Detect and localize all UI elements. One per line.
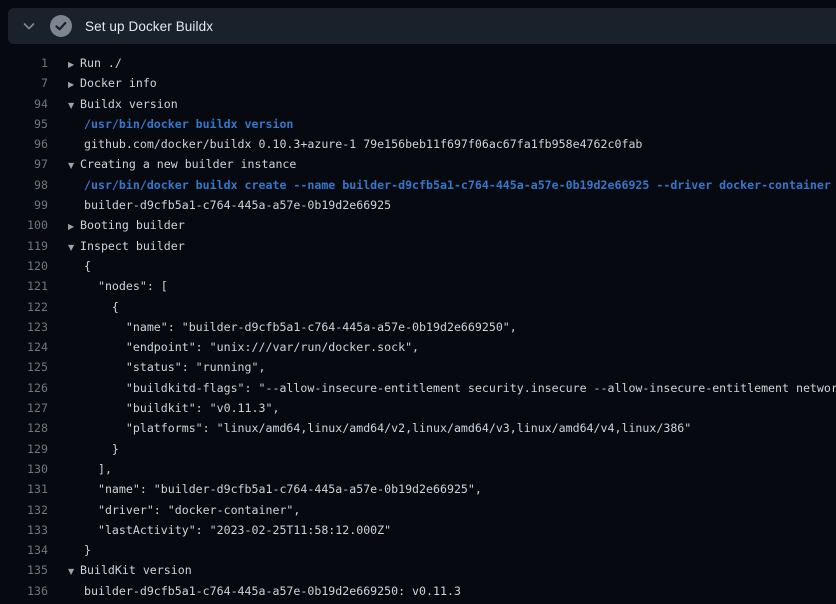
line-number-link[interactable]: 97 [0, 154, 48, 174]
line-number-link[interactable]: 136 [0, 581, 48, 601]
output-text: ], [84, 459, 112, 479]
log-row: 131 "name": "builder-d9cfb5a1-c764-445a-… [0, 479, 836, 499]
output-text: "endpoint": "unix:///var/run/docker.sock… [84, 337, 419, 357]
log-row: 127 "buildkit": "v0.11.3", [0, 398, 836, 418]
output-text: } [84, 540, 91, 560]
command-text: /usr/bin/docker buildx create --name bui… [84, 175, 831, 195]
output-text: "platforms": "linux/amd64,linux/amd64/v2… [84, 418, 691, 438]
line-number-link[interactable]: 98 [0, 175, 48, 195]
line-number-link[interactable]: 95 [0, 114, 48, 134]
log-row: 129 } [0, 439, 836, 459]
line-number-link[interactable]: 127 [0, 398, 48, 418]
group-title: Creating a new builder instance [80, 154, 296, 174]
output-text: github.com/docker/buildx 0.10.3+azure-1 … [84, 134, 642, 154]
output-text: "buildkit": "v0.11.3", [84, 398, 279, 418]
line-number-link[interactable]: 124 [0, 337, 48, 357]
output-text: { [84, 297, 119, 317]
output-text: builder-d9cfb5a1-c764-445a-a57e-0b19d2e6… [84, 581, 461, 601]
triangle-right-icon[interactable]: ▶ [68, 55, 80, 75]
log-row: 130 ], [0, 459, 836, 479]
line-number-link[interactable]: 7 [0, 73, 48, 93]
log-row: 124 "endpoint": "unix:///var/run/docker.… [0, 337, 836, 357]
triangle-down-icon[interactable]: ▼ [68, 238, 80, 258]
triangle-down-icon[interactable]: ▼ [68, 156, 80, 176]
group-title: Buildx version [80, 94, 178, 114]
output-text: "driver": "docker-container", [84, 500, 300, 520]
line-number-link[interactable]: 123 [0, 317, 48, 337]
line-number-link[interactable]: 129 [0, 439, 48, 459]
log-row: 121 "nodes": [ [0, 276, 836, 296]
log-lines: 1▶Run ./7▶Docker info94▼Buildx version95… [0, 44, 836, 604]
log-row: 136 builder-d9cfb5a1-c764-445a-a57e-0b19d… [0, 581, 836, 601]
log-group-row[interactable]: 119 ▼Inspect builder [0, 236, 836, 256]
group-title: Run ./ [80, 53, 122, 73]
log-row: 120 { [0, 256, 836, 276]
triangle-down-icon[interactable]: ▼ [68, 96, 80, 116]
log-row: 132 "driver": "docker-container", [0, 500, 836, 520]
step-title: Set up Docker Buildx [85, 19, 213, 34]
command-text: /usr/bin/docker buildx version [84, 114, 293, 134]
log-row: 134} [0, 540, 836, 560]
output-text: { [84, 256, 91, 276]
output-text: "lastActivity": "2023-02-25T11:58:12.000… [84, 520, 391, 540]
line-number-link[interactable]: 128 [0, 418, 48, 438]
line-number-link[interactable]: 125 [0, 357, 48, 377]
log-group-row[interactable]: 94 ▼Buildx version [0, 94, 836, 114]
line-number-link[interactable]: 100 [0, 215, 48, 235]
output-text: } [84, 439, 119, 459]
log-row: 133 "lastActivity": "2023-02-25T11:58:12… [0, 520, 836, 540]
line-number-link[interactable]: 122 [0, 297, 48, 317]
output-text: "nodes": [ [84, 276, 168, 296]
log-group-row[interactable]: 7 ▶Docker info [0, 73, 836, 93]
output-text: "name": "builder-d9cfb5a1-c764-445a-a57e… [84, 317, 517, 337]
line-number-link[interactable]: 130 [0, 459, 48, 479]
group-title: Inspect builder [80, 236, 185, 256]
log-row: 123 "name": "builder-d9cfb5a1-c764-445a-… [0, 317, 836, 337]
log-group-row[interactable]: 97 ▼Creating a new builder instance [0, 154, 836, 174]
output-text: "buildkitd-flags": "--allow-insecure-ent… [84, 378, 836, 398]
triangle-right-icon[interactable]: ▶ [68, 75, 80, 95]
step-header[interactable]: Set up Docker Buildx [8, 8, 836, 44]
log-group-row[interactable]: 135 ▼BuildKit version [0, 560, 836, 580]
group-title: Booting builder [80, 215, 185, 235]
triangle-down-icon[interactable]: ▼ [68, 562, 80, 582]
status-check-icon [50, 15, 72, 37]
line-number-link[interactable]: 133 [0, 520, 48, 540]
log-group-row[interactable]: 100 ▶Booting builder [0, 215, 836, 235]
line-number-link[interactable]: 131 [0, 479, 48, 499]
line-number-link[interactable]: 119 [0, 236, 48, 256]
line-number-link[interactable]: 134 [0, 540, 48, 560]
line-number-link[interactable]: 1 [0, 53, 48, 73]
log-row: 126 "buildkitd-flags": "--allow-insecure… [0, 378, 836, 398]
log-row: 96 github.com/docker/buildx 0.10.3+azure-… [0, 134, 836, 154]
chevron-down-icon[interactable] [21, 18, 37, 34]
line-number-link[interactable]: 99 [0, 195, 48, 215]
log-row: 99 builder-d9cfb5a1-c764-445a-a57e-0b19d2… [0, 195, 836, 215]
log-row: 98/usr/bin/docker buildx create --name b… [0, 175, 836, 195]
triangle-right-icon[interactable]: ▶ [68, 217, 80, 237]
line-number-link[interactable]: 120 [0, 256, 48, 276]
output-text: builder-d9cfb5a1-c764-445a-a57e-0b19d2e6… [84, 195, 391, 215]
log-row: 95/usr/bin/docker buildx version [0, 114, 836, 134]
output-text: "status": "running", [84, 357, 265, 377]
line-number-link[interactable]: 132 [0, 500, 48, 520]
group-title: Docker info [80, 73, 157, 93]
log-group-row[interactable]: 1 ▶Run ./ [0, 53, 836, 73]
line-number-link[interactable]: 96 [0, 134, 48, 154]
line-number-link[interactable]: 94 [0, 94, 48, 114]
line-number-link[interactable]: 121 [0, 276, 48, 296]
log-row: 128 "platforms": "linux/amd64,linux/amd6… [0, 418, 836, 438]
output-text: "name": "builder-d9cfb5a1-c764-445a-a57e… [84, 479, 482, 499]
log-row: 122 { [0, 297, 836, 317]
line-number-link[interactable]: 135 [0, 560, 48, 580]
line-number-link[interactable]: 126 [0, 378, 48, 398]
group-title: BuildKit version [80, 560, 192, 580]
log-row: 125 "status": "running", [0, 357, 836, 377]
